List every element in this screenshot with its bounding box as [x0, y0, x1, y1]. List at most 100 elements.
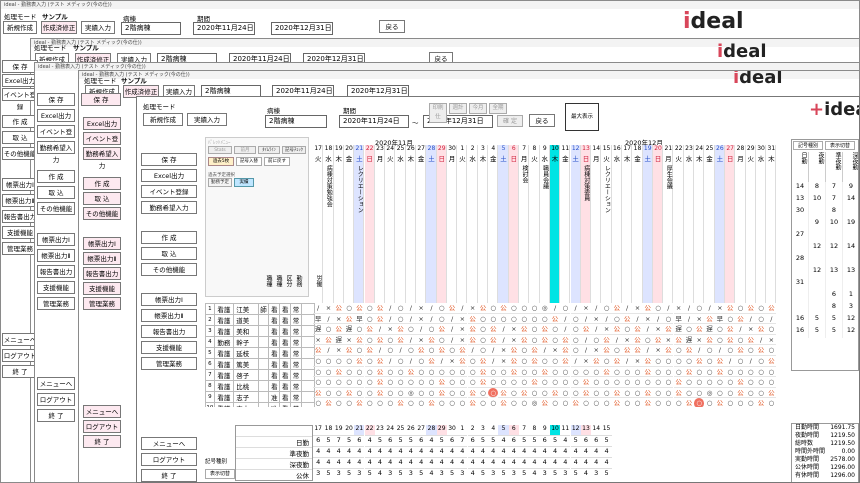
- shift-cell[interactable]: 公: [343, 314, 355, 325]
- shift-cell[interactable]: /: [580, 335, 592, 346]
- request-btn-4[interactable]: 勤務希望入力: [83, 147, 121, 170]
- shift-cell[interactable]: 公: [735, 388, 746, 399]
- shift-cell[interactable]: 公: [519, 335, 530, 346]
- shift-cell[interactable]: ×: [663, 335, 674, 346]
- gray-btn-3[interactable]: 今月: [469, 103, 487, 114]
- shift-cell[interactable]: ○: [683, 356, 695, 367]
- staff-row[interactable]: 5 看護 延枝看看常: [205, 347, 316, 359]
- shift-cell[interactable]: /: [488, 356, 499, 367]
- shift-cell[interactable]: /: [488, 345, 499, 356]
- shift-cell[interactable]: ○: [663, 314, 674, 325]
- staff-name[interactable]: 延枝: [233, 347, 259, 359]
- shift-cell[interactable]: 公: [601, 335, 612, 346]
- shift-cell[interactable]: /: [385, 314, 396, 325]
- shift-cell[interactable]: ○: [714, 388, 725, 399]
- fetch-button[interactable]: 取 込: [141, 247, 197, 260]
- shift-cell[interactable]: 遅: [704, 324, 715, 335]
- shift-cell[interactable]: 公: [364, 324, 375, 335]
- shift-cell[interactable]: 公: [766, 388, 777, 399]
- gray-btn-2[interactable]: 週計: [449, 103, 467, 114]
- shift-cell[interactable]: ○: [508, 303, 519, 314]
- shift-cell[interactable]: ○: [622, 324, 633, 335]
- staff-row[interactable]: 7 看護 啓子看看常: [205, 369, 316, 381]
- shift-cell[interactable]: /: [395, 345, 406, 356]
- actual-button[interactable]: 実績入力: [81, 21, 115, 34]
- shift-cell[interactable]: ○: [333, 388, 344, 399]
- shift-cell[interactable]: ○: [395, 303, 406, 314]
- shift-cell[interactable]: 公: [673, 388, 684, 399]
- shift-cell[interactable]: ○: [745, 388, 756, 399]
- shift-cell[interactable]: ○: [549, 367, 561, 378]
- logout-btn-4[interactable]: ログアウト: [83, 420, 121, 433]
- shift-cell[interactable]: ○: [519, 367, 530, 378]
- shift-cell[interactable]: 公: [395, 335, 406, 346]
- shift-cell[interactable]: 公: [580, 388, 592, 399]
- shift-cell[interactable]: 公: [725, 303, 736, 314]
- shift-cell[interactable]: ○: [632, 398, 642, 407]
- shift-cell[interactable]: 公: [632, 345, 643, 356]
- shift-cell[interactable]: ○: [683, 324, 695, 335]
- shift-cell[interactable]: ×: [343, 335, 355, 346]
- shift-cell[interactable]: ○: [652, 303, 664, 314]
- shift-cell[interactable]: 公: [477, 303, 489, 314]
- shift-cell[interactable]: 公: [755, 345, 767, 356]
- shift-cell[interactable]: 公: [725, 335, 736, 346]
- shift-cell[interactable]: ○: [333, 356, 344, 367]
- shift-cell[interactable]: /: [632, 314, 643, 325]
- shift-cell[interactable]: ×: [591, 314, 602, 325]
- shift-cell[interactable]: ○: [550, 398, 560, 407]
- shift-cell[interactable]: 公: [374, 314, 386, 325]
- shift-cell[interactable]: ○: [323, 367, 334, 378]
- shift-cell[interactable]: ○: [457, 367, 468, 378]
- shift-cell[interactable]: /: [622, 303, 633, 314]
- staff-row[interactable]: 1 看護 江美師看看常: [205, 303, 316, 315]
- exit-btn-l1[interactable]: 終 了: [2, 365, 38, 378]
- shift-cell[interactable]: 公: [436, 324, 447, 335]
- staff-row[interactable]: 3 看護 美和看看常: [205, 325, 316, 337]
- shift-cell[interactable]: /: [446, 324, 458, 335]
- shift-cell[interactable]: ○: [601, 356, 612, 367]
- shift-cell[interactable]: /: [694, 345, 705, 356]
- shift-cell[interactable]: /: [498, 335, 509, 346]
- shift-cell[interactable]: ○: [364, 356, 375, 367]
- shift-cell[interactable]: 公: [457, 345, 468, 356]
- shift-cell[interactable]: ○: [405, 345, 416, 356]
- shift-cell[interactable]: ○: [477, 335, 489, 346]
- shift-cell[interactable]: ×: [549, 345, 561, 356]
- shift-cell[interactable]: ○: [570, 335, 581, 346]
- shift-cell[interactable]: 公: [426, 335, 437, 346]
- shift-cell[interactable]: ○: [663, 377, 674, 388]
- shift-cell[interactable]: /: [642, 324, 653, 335]
- save-button[interactable]: 保 存: [141, 153, 197, 166]
- shift-cell[interactable]: ○: [364, 388, 375, 399]
- shift-cell[interactable]: ○: [508, 388, 519, 399]
- shift-cell[interactable]: ○: [652, 377, 664, 388]
- exit-button[interactable]: 終 了: [141, 469, 197, 482]
- shift-cell[interactable]: /: [580, 345, 592, 356]
- shift-cell[interactable]: ◎: [405, 388, 416, 399]
- shift-cell[interactable]: 公: [519, 324, 530, 335]
- shift-cell[interactable]: 公: [766, 356, 777, 367]
- shift-cell[interactable]: ○: [746, 398, 756, 407]
- shift-cell[interactable]: ○: [498, 377, 509, 388]
- shift-cell[interactable]: ○: [714, 377, 725, 388]
- other-button[interactable]: その他機能: [141, 263, 197, 276]
- shift-cell[interactable]: 公: [539, 335, 550, 346]
- shift-cell[interactable]: 公: [374, 356, 386, 367]
- shift-cell[interactable]: ×: [446, 356, 458, 367]
- shift-cell[interactable]: ○: [477, 314, 489, 325]
- shift-cell[interactable]: ○: [704, 367, 715, 378]
- shift-cell[interactable]: 公: [704, 335, 715, 346]
- shift-cell[interactable]: ○: [580, 367, 592, 378]
- staff-row[interactable]: 6 看護 篤美看看常: [205, 358, 316, 370]
- shift-cell[interactable]: /: [405, 314, 416, 325]
- shift-cell[interactable]: ×: [632, 356, 643, 367]
- shift-cell[interactable]: /: [745, 314, 756, 325]
- shift-cell[interactable]: ○: [591, 388, 602, 399]
- shift-cell[interactable]: 公: [436, 388, 447, 399]
- make-btn-l1[interactable]: 作 成: [2, 115, 38, 128]
- shift-cell[interactable]: 公: [684, 398, 694, 407]
- shift-cell[interactable]: ×: [467, 303, 478, 314]
- shift-cell[interactable]: ○: [385, 345, 396, 356]
- shift-cell[interactable]: 公: [642, 367, 653, 378]
